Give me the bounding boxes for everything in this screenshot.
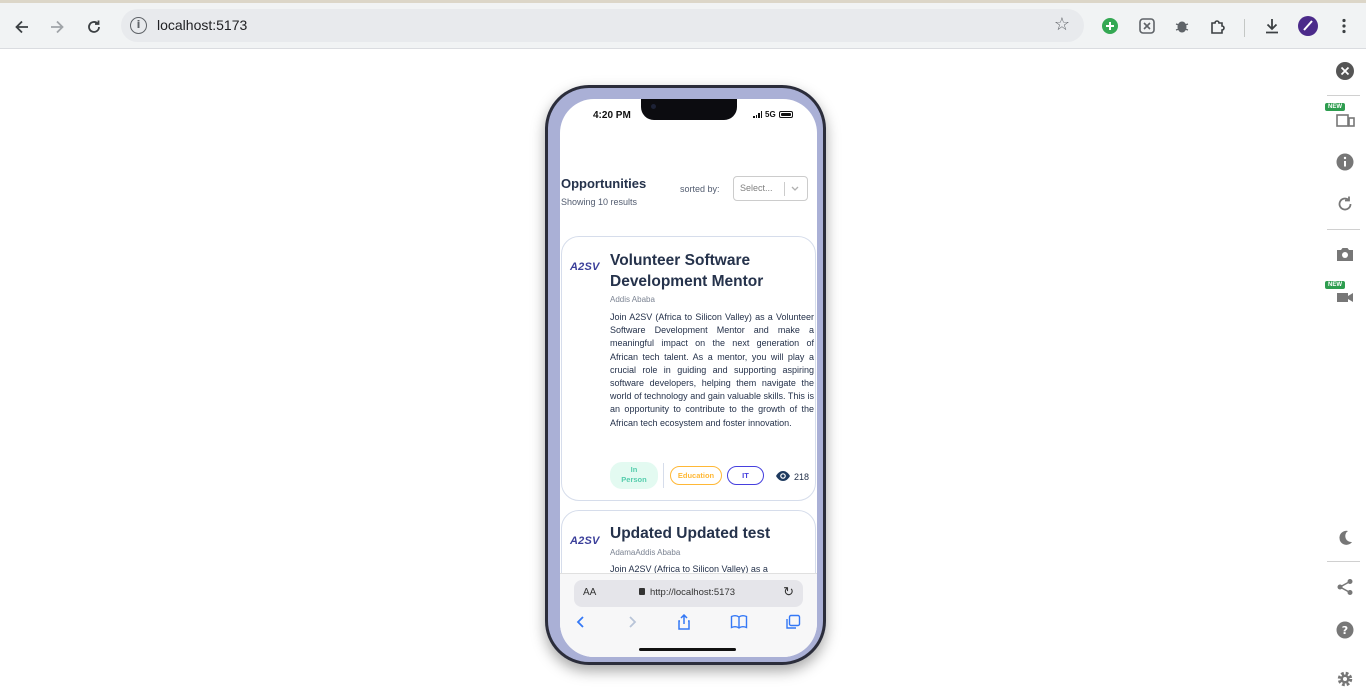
status-indicators: 5G (753, 110, 793, 119)
card-location: Addis Ababa (610, 295, 655, 304)
safari-url[interactable]: http://localhost:5173 (650, 587, 735, 598)
safari-tabs-icon[interactable] (782, 611, 804, 633)
forward-icon[interactable] (43, 13, 71, 41)
video-record-icon[interactable] (1331, 283, 1359, 311)
lock-icon (639, 588, 645, 595)
phone-notch (641, 99, 737, 120)
sort-select[interactable]: Select... (733, 176, 808, 201)
status-time: 4:20 PM (593, 110, 631, 121)
share-icon[interactable] (1331, 573, 1359, 601)
safari-address-bar[interactable]: AA http://localhost:5173 ↻ (574, 580, 803, 607)
safari-forward-icon[interactable] (621, 611, 643, 633)
card-location: AdamaAddis Ababa (610, 548, 681, 557)
battery-icon (778, 111, 793, 118)
network-label: 5G (765, 110, 776, 119)
page-title: Opportunities (561, 176, 647, 191)
safari-bookmarks-icon[interactable] (728, 611, 750, 633)
toolbar-divider (1244, 19, 1245, 37)
select-separator (784, 182, 785, 196)
close-icon[interactable] (1331, 57, 1359, 85)
svg-text:?: ? (1342, 624, 1348, 637)
phone-mockup: Opportunities Showing 10 results sorted … (545, 85, 826, 665)
safari-reload-icon[interactable]: ↻ (783, 584, 794, 600)
safari-back-icon[interactable] (570, 611, 592, 633)
results-count: Showing 10 results (561, 197, 638, 207)
info-icon[interactable] (1331, 148, 1359, 176)
tag-it: IT (727, 466, 764, 485)
reload-icon[interactable] (80, 13, 108, 41)
tag-in-person: In Person (610, 462, 658, 489)
tag-education: Education (670, 466, 722, 485)
card-title[interactable]: Updated Updated test (610, 523, 815, 544)
view-count-value: 218 (794, 472, 810, 482)
side-divider (1327, 561, 1360, 562)
phone-frame: Opportunities Showing 10 results sorted … (548, 88, 823, 662)
extension-translate-icon[interactable] (1134, 13, 1160, 39)
address-bar[interactable]: i localhost:5173 ☆ (121, 9, 1084, 42)
camera-icon[interactable] (1331, 240, 1359, 268)
phone-screen: Opportunities Showing 10 results sorted … (560, 99, 817, 657)
view-count: 218 (775, 470, 809, 484)
rotate-icon[interactable] (1331, 190, 1359, 218)
bookmark-star-icon[interactable]: ☆ (1054, 14, 1070, 35)
text-size-button[interactable]: AA (583, 587, 596, 598)
sort-select-placeholder: Select... (740, 183, 773, 193)
dark-mode-icon[interactable] (1331, 524, 1359, 552)
extensions-puzzle-icon[interactable] (1205, 13, 1231, 39)
browser-toolbar: i localhost:5173 ☆ (0, 0, 1366, 49)
opportunity-card[interactable]: A2SV Updated Updated test AdamaAddis Aba… (561, 510, 816, 573)
signal-icon (753, 111, 762, 118)
back-icon[interactable] (8, 13, 36, 41)
settings-gear-icon[interactable] (1331, 665, 1359, 693)
organization-logo: A2SV (570, 535, 600, 547)
eye-icon (775, 470, 791, 484)
camera-dot (651, 104, 656, 109)
extension-bug-icon[interactable] (1169, 13, 1195, 39)
url-text[interactable]: localhost:5173 (157, 17, 247, 33)
page-content[interactable]: Opportunities Showing 10 results sorted … (560, 99, 817, 573)
site-info-icon[interactable]: i (130, 17, 147, 34)
tag-divider (663, 463, 664, 488)
side-divider (1327, 229, 1360, 230)
card-description: Join A2SV (Africa to Silicon Valley) as … (610, 564, 768, 573)
sort-label: sorted by: (680, 184, 720, 194)
home-indicator (639, 648, 736, 651)
organization-logo: A2SV (570, 261, 600, 273)
chevron-down-icon[interactable] (790, 181, 800, 199)
side-divider (1327, 95, 1360, 96)
opportunity-card[interactable]: A2SV Volunteer Software Development Ment… (561, 236, 816, 501)
profile-avatar[interactable] (1295, 13, 1321, 39)
safari-share-icon[interactable] (673, 611, 695, 633)
help-icon[interactable]: ? (1331, 616, 1359, 644)
card-description: Join A2SV (Africa to Silicon Valley) as … (610, 312, 814, 428)
extension-add-icon[interactable] (1097, 13, 1123, 39)
safari-bottom-bar: AA http://localhost:5173 ↻ (560, 573, 817, 657)
browser-menu-icon[interactable] (1331, 13, 1357, 39)
download-icon[interactable] (1259, 13, 1285, 39)
devices-icon[interactable] (1331, 106, 1359, 134)
card-title[interactable]: Volunteer Software Development Mentor (610, 250, 815, 292)
